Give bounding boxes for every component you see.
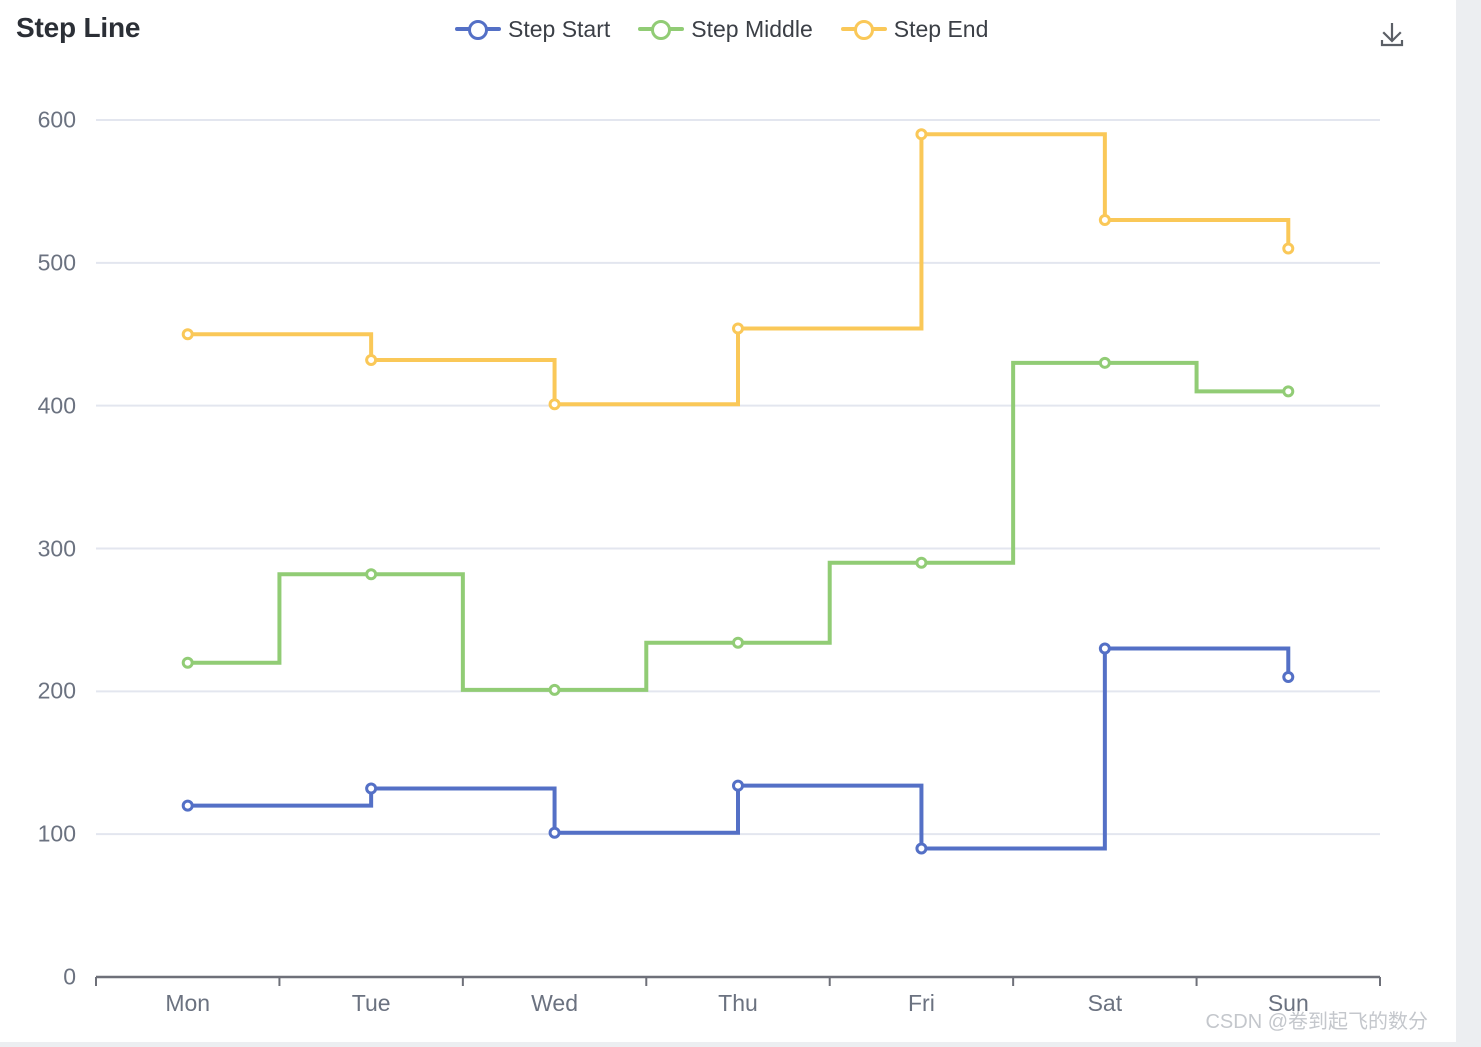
x-axis-tick-label: Mon (165, 990, 211, 1016)
data-point[interactable] (181, 656, 194, 669)
series-step-middle (181, 356, 1295, 696)
chart-canvas (95, 119, 1381, 986)
data-point[interactable] (1098, 213, 1111, 226)
y-axis-tick-label: 600 (37, 106, 76, 133)
y-axis-tick-label: 200 (37, 677, 76, 704)
y-axis-tick-label: 500 (37, 249, 76, 276)
series-step-end (181, 128, 1295, 411)
data-point[interactable] (365, 782, 378, 795)
data-point[interactable] (365, 353, 378, 366)
data-point[interactable] (548, 683, 561, 696)
x-axis-tick-label: Fri (908, 990, 935, 1016)
data-point[interactable] (181, 799, 194, 812)
data-point[interactable] (365, 568, 378, 581)
series-step-start (181, 642, 1295, 855)
data-point[interactable] (732, 636, 744, 649)
data-point[interactable] (915, 842, 928, 855)
series-line (187, 646, 1291, 851)
x-axis-tick-label: Thu (718, 990, 758, 1016)
data-point[interactable] (915, 556, 928, 569)
data-point[interactable] (732, 322, 744, 335)
y-axis-tick-label: 0 (63, 963, 76, 990)
data-point[interactable] (548, 398, 561, 411)
screenshot-root: Step Line Step Start Step Middle Step End … (0, 0, 1481, 1042)
data-point[interactable] (181, 328, 194, 341)
y-axis-tick-label: 100 (37, 820, 76, 847)
chart-plot-area: 0 100 200 300 400 500 600 Mon Tue Wed Thu Fri Sat Sun (0, 0, 1456, 1042)
x-axis-tick-label: Sat (1087, 990, 1123, 1016)
y-axis-tick-label: 300 (37, 535, 76, 561)
data-point[interactable] (732, 779, 744, 792)
x-axis-tick-label: Tue (351, 990, 391, 1016)
data-point[interactable] (1098, 356, 1111, 369)
data-point[interactable] (548, 826, 561, 839)
data-point[interactable] (1282, 671, 1295, 684)
x-axis-tick-label: Wed (531, 990, 579, 1016)
data-point[interactable] (915, 128, 928, 141)
data-point[interactable] (1282, 385, 1295, 398)
chart-card: Step Line Step Start Step Middle Step End … (0, 0, 1456, 1042)
data-point[interactable] (1098, 642, 1111, 655)
data-point[interactable] (1282, 242, 1295, 255)
watermark: CSDN @卷到起飞的数分 (1205, 1011, 1428, 1033)
y-axis-tick-label: 400 (37, 392, 76, 419)
